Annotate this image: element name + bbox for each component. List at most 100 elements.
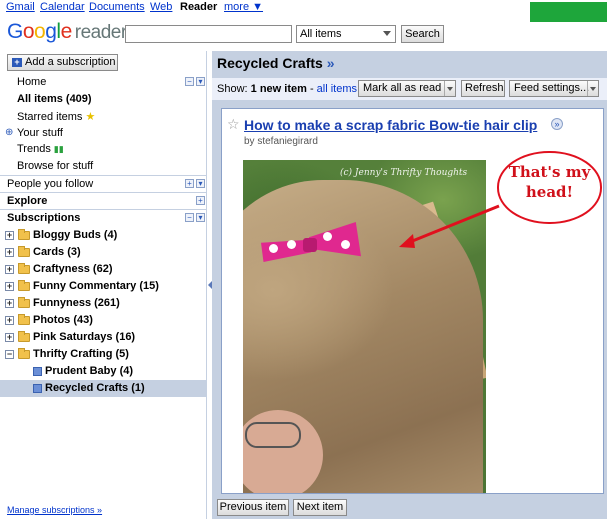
external-link-icon[interactable]: » (551, 118, 563, 130)
main-pane: Recycled Crafts » Show: 1 new item - all… (212, 51, 607, 519)
folder-label: Bloggy Buds (4) (33, 229, 118, 241)
sidebar: + Add a subscription Home − ▾ All items … (0, 51, 207, 519)
page-title[interactable]: Recycled Crafts » (217, 55, 335, 71)
expand-icon[interactable]: + (5, 282, 14, 291)
all-items-filter[interactable]: all items (317, 83, 357, 95)
search-scope-select[interactable]: All items (296, 25, 396, 43)
trends-label: Trends (17, 143, 51, 155)
expand-icon[interactable]: + (5, 333, 14, 342)
mark-all-read-button[interactable]: Mark all as read (358, 80, 456, 97)
expand-icon[interactable]: + (5, 265, 14, 274)
minimize-icon[interactable]: − (185, 77, 194, 86)
expand-icon[interactable]: + (5, 316, 14, 325)
starred-label: Starred items (17, 111, 83, 123)
folder-label: Craftyness (62) (33, 263, 113, 275)
feed-icon (33, 384, 42, 393)
sidebar-item-starred[interactable]: Starred items ★ (17, 110, 95, 123)
folder-icon (18, 280, 30, 291)
folder-funny-commentary[interactable]: + Funny Commentary (15) (0, 278, 207, 295)
expand-icon[interactable]: + (5, 248, 14, 257)
chevron-down-icon[interactable] (444, 81, 455, 96)
logo-product: reader (74, 22, 127, 43)
previous-item-button[interactable]: Previous item (217, 499, 289, 516)
folder-bloggy-buds[interactable]: + Bloggy Buds (4) (0, 227, 207, 244)
sidebar-item-all-items[interactable]: All items (409) (17, 93, 92, 105)
folder-icon (18, 246, 30, 257)
manage-subscriptions-link[interactable]: Manage subscriptions » (7, 505, 102, 515)
nav-more[interactable]: more ▼ (224, 1, 263, 13)
section-people-you-follow[interactable]: People you follow (0, 175, 207, 192)
folder-label: Photos (43) (33, 314, 93, 326)
entry-title-link[interactable]: How to make a scrap fabric Bow-tie hair … (244, 117, 537, 133)
star-icon[interactable]: ☆ (227, 117, 240, 131)
next-item-button[interactable]: Next item (293, 499, 347, 516)
mark-all-label: Mark all as read (363, 82, 442, 94)
star-icon: ★ (85, 111, 96, 123)
nav-documents[interactable]: Documents (89, 1, 145, 13)
collapse-icon[interactable]: − (5, 350, 14, 359)
section-subscriptions[interactable]: Subscriptions (0, 209, 207, 226)
annotation-bubble: That's my head! (497, 151, 602, 224)
folder-cards[interactable]: + Cards (3) (0, 244, 207, 261)
folder-label: Funny Commentary (15) (33, 280, 159, 292)
sidebar-item-home[interactable]: Home (17, 76, 46, 88)
search-scope-value: All items (300, 28, 342, 40)
new-items-filter[interactable]: 1 new item (251, 83, 307, 95)
add-subscription-button[interactable]: + Add a subscription (7, 54, 118, 71)
filter-separator: - (306, 83, 317, 95)
explore-label: Explore (7, 195, 48, 207)
folder-craftyness[interactable]: + Craftyness (62) (0, 261, 207, 278)
expand-icon[interactable]: ⊕ (5, 127, 13, 138)
top-nav: Gmail Calendar Documents Web Reader more… (0, 0, 607, 16)
folder-funnyness[interactable]: + Funnyness (261) (0, 295, 207, 312)
folder-open-icon (18, 348, 30, 359)
sidebar-item-browse[interactable]: Browse for stuff (17, 160, 93, 172)
folder-icon (18, 331, 30, 342)
plus-icon: + (12, 58, 22, 67)
folder-label: Pink Saturdays (16) (33, 331, 136, 343)
entry-byline: by stefaniegirard (244, 136, 318, 147)
sidebar-item-trends[interactable]: Trends ▮▮ (17, 143, 64, 155)
folder-icon (18, 314, 30, 325)
folder-label: Funnyness (261) (33, 297, 120, 309)
refresh-button[interactable]: Refresh (461, 80, 505, 97)
feed-label: Prudent Baby (4) (45, 365, 134, 377)
folder-thrifty-crafting[interactable]: − Thrifty Crafting (5) (0, 346, 207, 363)
folder-pink-saturdays[interactable]: + Pink Saturdays (16) (0, 329, 207, 346)
annotation-arrow (399, 204, 500, 248)
folder-photos[interactable]: + Photos (43) (0, 312, 207, 329)
expand-icon[interactable]: + (196, 196, 205, 205)
feed-settings-button[interactable]: Feed settings... (509, 80, 599, 97)
bar-chart-icon: ▮▮ (53, 144, 64, 154)
feed-title: Recycled Crafts (217, 55, 323, 71)
expand-icon[interactable]: + (5, 299, 14, 308)
dropdown-icon[interactable]: ▾ (196, 77, 205, 86)
folder-icon (18, 229, 30, 240)
expand-icon[interactable]: + (5, 231, 14, 240)
feed-recycled-crafts[interactable]: Recycled Crafts (1) (0, 380, 207, 397)
folder-label: Thrifty Crafting (5) (33, 348, 129, 360)
dropdown-icon[interactable]: ▾ (196, 213, 205, 222)
nav-calendar[interactable]: Calendar (40, 1, 85, 13)
minimize-icon[interactable]: − (185, 213, 194, 222)
bottom-bar: Previous item Next item (212, 496, 607, 519)
dropdown-icon[interactable]: ▾ (196, 179, 205, 188)
feed-settings-label: Feed settings... (514, 82, 590, 94)
feed-icon (33, 367, 42, 376)
google-reader-logo[interactable]: Google reader (7, 20, 127, 46)
nav-gmail[interactable]: Gmail (6, 1, 35, 13)
toolbar: Show: 1 new item - all items Mark all as… (212, 78, 607, 100)
feed-label: Recycled Crafts (1) (45, 382, 145, 394)
annotation-text: That's my head! (508, 163, 591, 201)
sidebar-item-your-stuff[interactable]: Your stuff (17, 127, 63, 139)
search-input[interactable] (125, 25, 292, 43)
search-button[interactable]: Search (401, 25, 444, 43)
feed-prudent-baby[interactable]: Prudent Baby (4) (0, 363, 207, 380)
expand-icon[interactable]: + (185, 179, 194, 188)
chevron-down-icon[interactable] (587, 81, 598, 96)
nav-web[interactable]: Web (150, 1, 172, 13)
section-explore[interactable]: Explore (0, 192, 207, 209)
add-subscription-label: Add a subscription (25, 56, 116, 68)
photo-watermark: (c) Jenny's Thrifty Thoughts (340, 168, 468, 178)
account-bar (530, 2, 607, 22)
